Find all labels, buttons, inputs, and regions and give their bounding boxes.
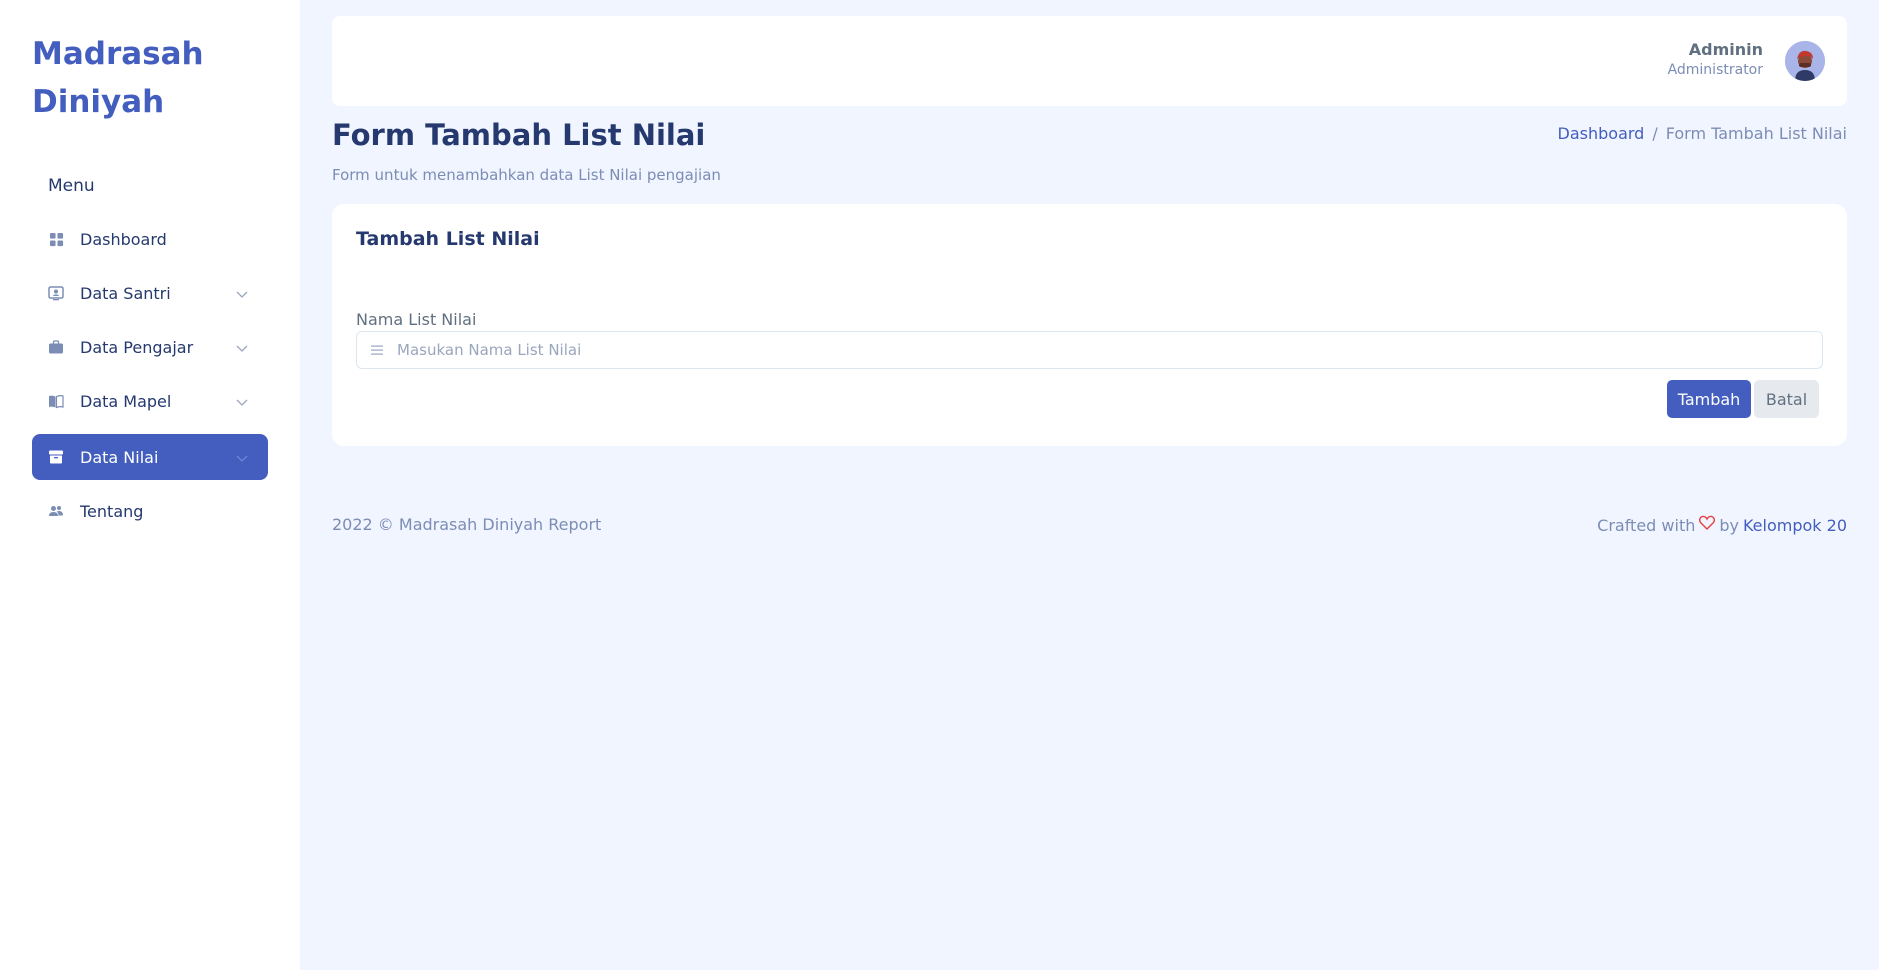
archive-icon	[48, 449, 64, 465]
sidebar-item-label: Data Mapel	[80, 391, 172, 411]
sidebar-item-data-nilai[interactable]: Data Nilai	[32, 434, 268, 480]
page-title: Form Tambah List Nilai	[332, 118, 706, 152]
chevron-down-icon	[236, 284, 248, 303]
chevron-down-icon	[236, 448, 248, 467]
tambah-button[interactable]: Tambah	[1667, 380, 1751, 418]
people-icon	[48, 503, 64, 519]
sidebar: Madrasah Diniyah Menu Dashboard Data San…	[0, 0, 300, 970]
nama-list-nilai-input[interactable]	[397, 332, 1797, 368]
footer-crafted-text: Crafted with	[1597, 515, 1696, 535]
footer-team-link[interactable]: Kelompok 20	[1743, 516, 1847, 535]
form-card: Tambah List Nilai Nama List Nilai Tambah…	[332, 204, 1847, 446]
sidebar-item-data-mapel[interactable]: Data Mapel	[32, 378, 268, 424]
brand-logo[interactable]: Madrasah Diniyah	[32, 30, 272, 126]
footer-by-text: by	[1719, 515, 1739, 535]
list-icon	[369, 342, 385, 358]
nama-list-nilai-field[interactable]	[356, 331, 1823, 369]
top-header: Adminin Administrator	[332, 16, 1847, 106]
user-role: Administrator	[1667, 62, 1763, 78]
grid-icon	[48, 231, 64, 247]
briefcase-icon	[48, 339, 64, 355]
page-subtitle: Form untuk menambahkan data List Nilai p…	[332, 166, 721, 184]
chevron-down-icon	[236, 392, 248, 411]
breadcrumb-dashboard-link[interactable]: Dashboard	[1558, 124, 1645, 143]
batal-button[interactable]: Batal	[1754, 380, 1819, 418]
sidebar-item-tentang[interactable]: Tentang	[32, 488, 268, 534]
book-icon	[48, 393, 64, 409]
sidebar-item-data-santri[interactable]: Data Santri	[32, 270, 268, 316]
field-label: Nama List Nilai	[356, 310, 477, 329]
sidebar-item-label: Tentang	[80, 501, 144, 521]
menu-title: Menu	[48, 176, 95, 196]
sidebar-item-label: Data Santri	[80, 283, 171, 303]
person-badge-icon	[48, 285, 64, 301]
heart-icon	[1699, 515, 1716, 535]
breadcrumb: Dashboard / Form Tambah List Nilai	[1558, 124, 1847, 143]
user-name: Adminin	[1688, 40, 1763, 59]
card-title: Tambah List Nilai	[356, 228, 540, 250]
chevron-down-icon	[236, 338, 248, 357]
breadcrumb-current: Form Tambah List Nilai	[1665, 124, 1847, 143]
sidebar-item-data-pengajar[interactable]: Data Pengajar	[32, 324, 268, 370]
breadcrumb-separator: /	[1652, 124, 1658, 143]
sidebar-item-label: Dashboard	[80, 229, 167, 249]
sidebar-item-label: Data Pengajar	[80, 337, 194, 357]
sidebar-item-label: Data Nilai	[80, 447, 159, 467]
footer-credit: Crafted with by Kelompok 20	[1597, 515, 1847, 535]
avatar[interactable]	[1785, 41, 1825, 81]
footer-copyright: 2022 © Madrasah Diniyah Report	[332, 515, 602, 534]
sidebar-item-dashboard[interactable]: Dashboard	[32, 216, 268, 262]
